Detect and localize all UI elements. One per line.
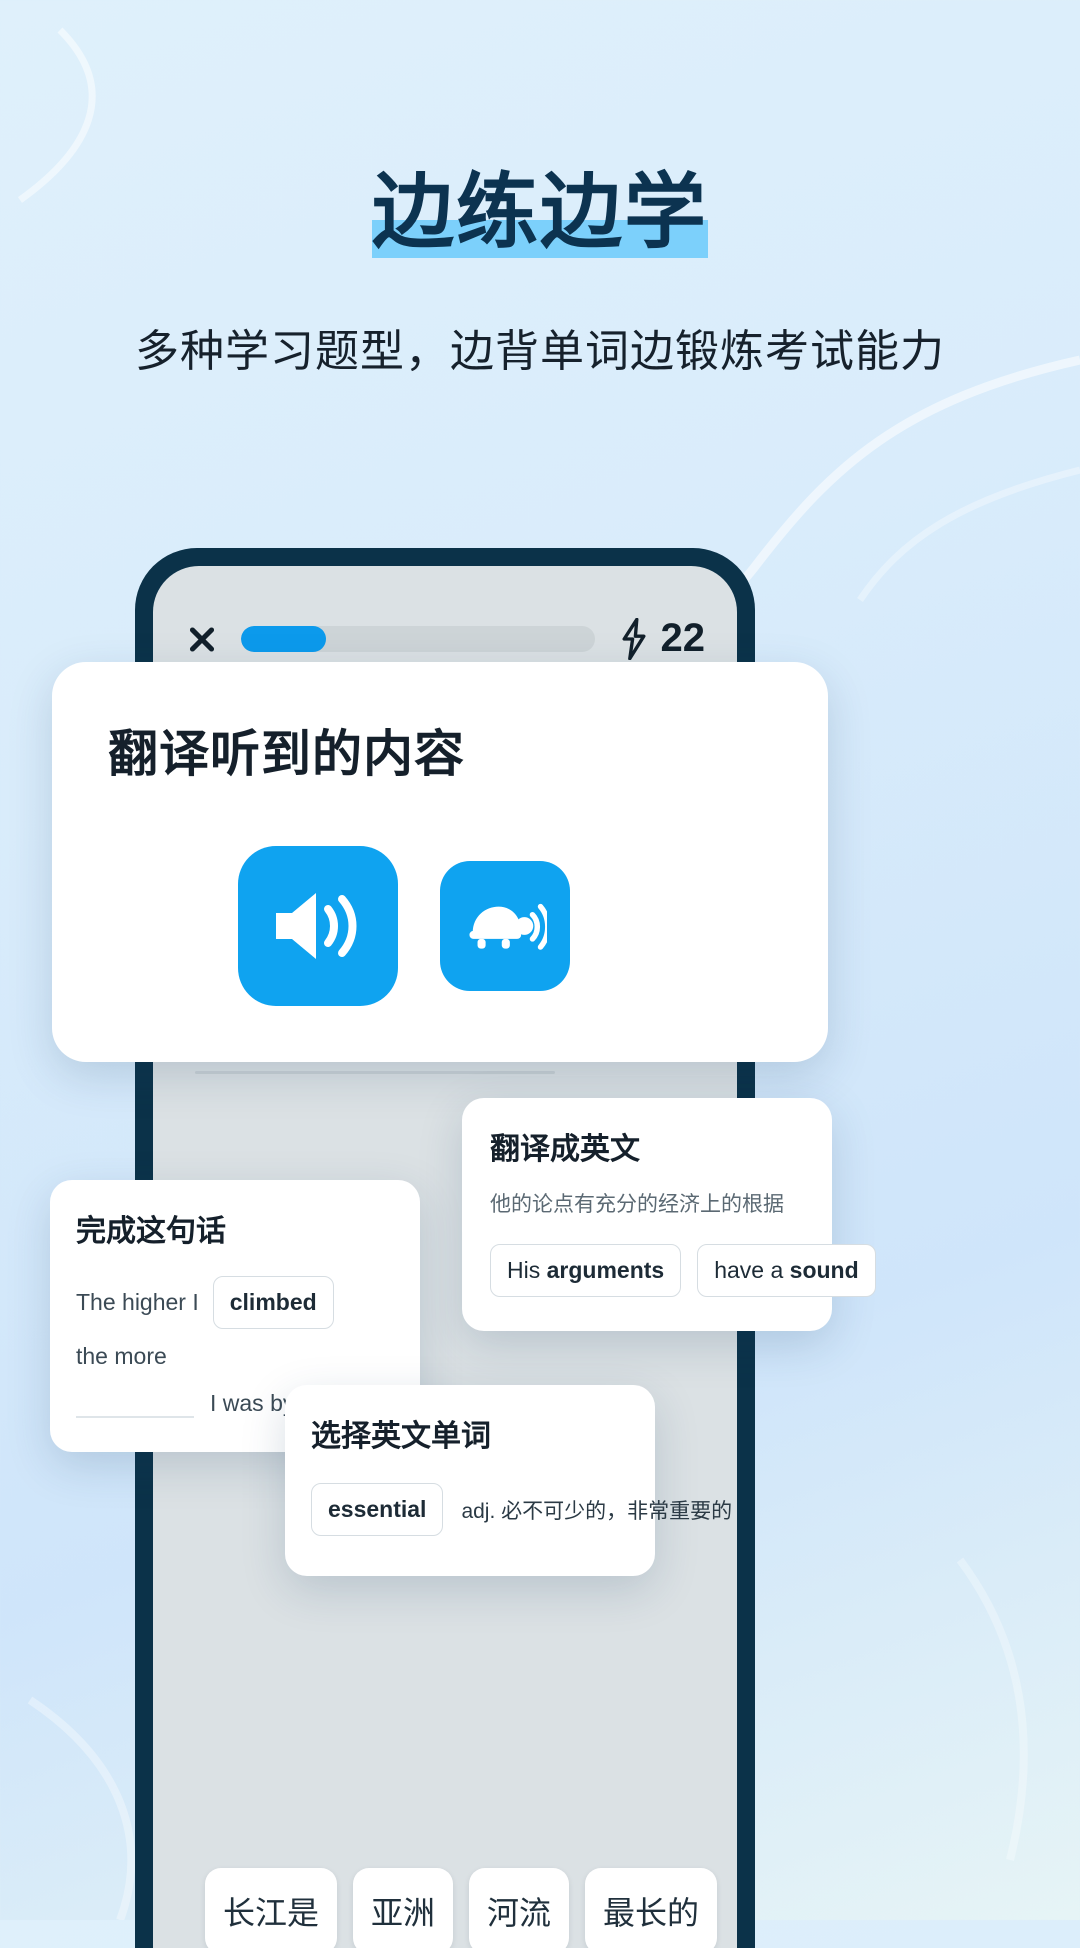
word-chip[interactable]: His arguments	[490, 1244, 681, 1297]
play-audio-button[interactable]	[238, 846, 398, 1006]
translate-card-prompt: 他的论点有充分的经济上的根据	[490, 1188, 804, 1218]
translate-chip-row: His arguments have a sound	[490, 1244, 804, 1297]
answer-chip[interactable]: 亚洲	[353, 1868, 453, 1948]
choose-word-row: essential adj. 必不可少的，非常重要的	[311, 1483, 629, 1536]
translate-to-english-card: 翻译成英文 他的论点有充分的经济上的根据 His arguments have …	[462, 1098, 832, 1331]
blank-input-underline[interactable]	[76, 1388, 194, 1418]
turtle-slow-audio-icon	[463, 890, 547, 962]
hero-subtitle: 多种学习题型，边背单词边锻炼考试能力	[0, 315, 1080, 379]
answer-chip[interactable]: 河流	[469, 1868, 569, 1948]
complete-sentence-line-1: The higher I climbed the more	[76, 1276, 394, 1370]
word-chip[interactable]: essential	[311, 1483, 443, 1536]
word-chip-bold: essential	[328, 1496, 426, 1522]
lesson-topbar: 22	[153, 616, 737, 661]
answer-chip[interactable]: 长江是	[205, 1868, 337, 1948]
word-definition: adj. 必不可少的，非常重要的	[461, 1495, 732, 1525]
word-chip-bold: arguments	[547, 1257, 665, 1283]
headline-text: 边练边学	[372, 167, 708, 258]
lightning-bolt-icon	[617, 618, 651, 660]
choose-word-card: 选择英文单词 essential adj. 必不可少的，非常重要的	[285, 1385, 655, 1576]
listening-exercise-card: 翻译听到的内容	[52, 662, 828, 1062]
word-chip-prefix: have a	[714, 1257, 789, 1283]
complete-card-title: 完成这句话	[76, 1206, 394, 1250]
close-icon[interactable]	[185, 622, 219, 656]
page-title: 边练边学	[372, 172, 708, 254]
sentence-fragment-after: the more	[76, 1343, 167, 1370]
streak-count-label: 22	[661, 616, 706, 661]
word-chip-prefix: His	[507, 1257, 547, 1283]
choose-card-title: 选择英文单词	[311, 1411, 629, 1455]
streak-counter[interactable]: 22	[617, 616, 706, 661]
word-chip-bold: climbed	[230, 1289, 317, 1315]
answer-chip-row: 长江是 亚洲 河流 最长的	[205, 1868, 727, 1948]
play-slow-audio-button[interactable]	[440, 861, 570, 991]
translate-card-title: 翻译成英文	[490, 1124, 804, 1168]
lesson-progress-bar	[241, 626, 595, 652]
word-chip[interactable]: have a sound	[697, 1244, 875, 1297]
listening-card-title: 翻译听到的内容	[108, 714, 772, 786]
word-chip[interactable]: climbed	[213, 1276, 334, 1329]
speaker-wave-icon	[268, 883, 368, 969]
sentence-fragment-before: The higher I	[76, 1289, 199, 1316]
lesson-progress-fill	[241, 626, 326, 652]
answer-chip[interactable]: 最长的	[585, 1868, 717, 1948]
audio-buttons-row	[108, 846, 772, 1006]
placeholder-line	[195, 1071, 555, 1074]
hero-heading-wrap: 边练边学	[0, 172, 1080, 254]
word-chip-bold: sound	[790, 1257, 859, 1283]
